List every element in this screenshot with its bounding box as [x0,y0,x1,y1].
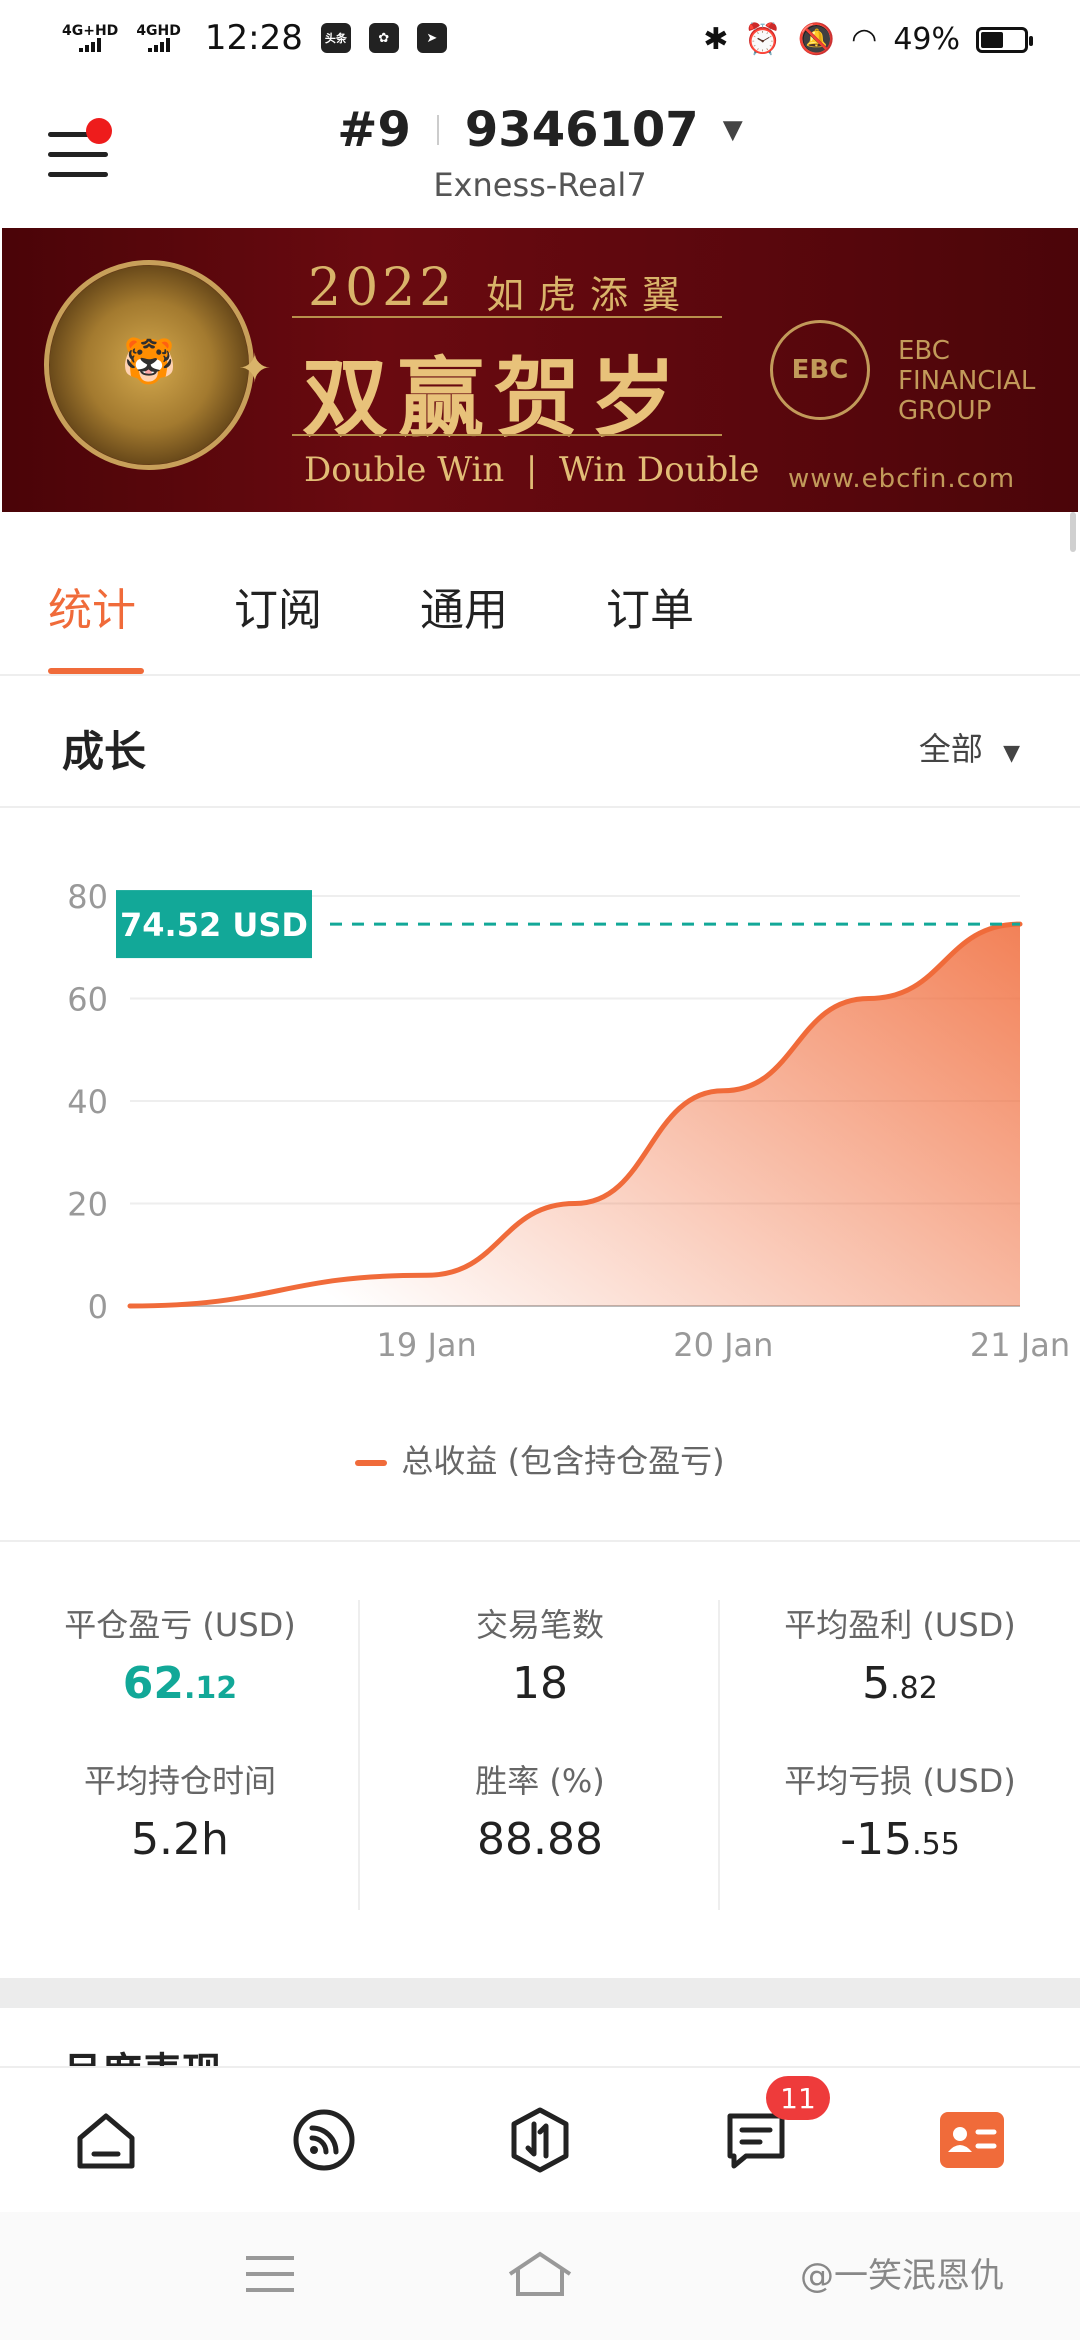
brand-name: EBC FINANCIAL GROUP [898,336,1036,426]
stat-win-rate: 胜率 (%) 88.88 [360,1756,720,1865]
recents-icon[interactable] [244,2252,296,2296]
banner-divider [292,316,722,318]
dropdown-caret-icon: ▼ [722,115,743,145]
battery-icon [976,26,1033,53]
network-type-label: 4G+HD [62,23,119,39]
section-gap [0,1978,1080,2008]
alarm-icon: ⏰ [744,22,782,57]
stat-avg-loss: 平均亏损 (USD) -15.55 [720,1756,1080,1865]
account-number: 9346107 [464,102,699,158]
home-icon[interactable] [70,2104,142,2176]
growth-section-header: 成长 全部 ▼ [0,676,1080,808]
tab-general[interactable]: 通用 [420,574,508,638]
section-title: 成长 [62,727,147,776]
ebc-logo-icon: EBC [770,320,870,420]
active-tab-indicator [48,668,144,674]
filter-label: 全部 [918,730,983,768]
stat-value: 18 [512,1658,568,1709]
stat-value: 5.2h [131,1814,229,1865]
stat-label: 交易笔数 [475,1606,604,1644]
stat-label: 胜率 (%) [475,1762,605,1800]
trade-icon[interactable] [504,2104,576,2176]
status-left: 4G+HD 4GHD 12:28 头条 ✿ ➤ [62,18,447,58]
stat-value: -15.55 [840,1814,960,1865]
sparkle-icon: ✦ [238,346,272,392]
toutiao-app-icon: 头条 [320,23,351,53]
messages-badge: 11 [766,2076,830,2120]
stat-trades: 交易笔数 18 [360,1600,720,1709]
network-type-label: 4GHD [136,23,181,39]
account-rank: #9 [337,102,411,158]
y-tick-label: 40 [67,1083,108,1121]
promo-banner[interactable]: 🐯 ✦ 2022 如虎添翼 双赢贺岁 Double Win | Win Doub… [2,228,1078,512]
y-tick-label: 0 [88,1288,108,1326]
status-right: ✱ ⏰ 🔕 ◠ 49% [703,22,1033,57]
last-value-label: 74.52 USD [120,906,308,944]
x-tick-label: 21 Jan [970,1326,1070,1364]
divider [0,1540,1080,1542]
stat-label: 平仓盈亏 (USD) [64,1606,296,1644]
profile-icon[interactable] [936,2104,1008,2176]
y-tick-label: 20 [67,1186,108,1224]
signal-4g-plus: 4G+HD [62,24,118,52]
chart-legend: 总收益 (包含持仓盈亏) [0,1436,1080,1482]
stats-grid: 平仓盈亏 (USD) 62.12 交易笔数 18 平均盈利 (USD) 5.82… [0,1600,1080,1920]
area-fill [130,924,1020,1306]
banner-divider [292,434,722,436]
period-filter-dropdown[interactable]: 全部 ▼ [919,724,1020,770]
tab-orders[interactable]: 订单 [606,574,694,638]
x-tick-label: 20 Jan [673,1326,773,1364]
legend-label: 总收益 (包含持仓盈亏) [401,1442,725,1480]
account-selector[interactable]: #9 9346107 ▼ Exness-Real7 [0,102,1080,204]
growth-chart[interactable]: 0 20 40 60 80 19 Jan 20 Jan 21 Jan 74.52 USD [0,810,1080,1490]
stat-value: 88.88 [477,1814,603,1865]
divider [436,115,439,145]
stat-value: 62.12 [122,1658,238,1709]
bottom-nav [0,2066,1080,2212]
feed-icon[interactable] [288,2104,360,2176]
account-server: Exness-Real7 [433,166,647,204]
status-bar: 4G+HD 4GHD 12:28 头条 ✿ ➤ ✱ ⏰ 🔕 ◠ 49% [0,0,1080,84]
stat-avg-hold-time: 平均持仓时间 5.2h [0,1756,360,1865]
stat-label: 平均持仓时间 [83,1762,276,1800]
brand-url: www.ebcfin.com [788,464,1016,494]
stat-avg-profit: 平均盈利 (USD) 5.82 [720,1600,1080,1709]
gamepad-app-icon: ✿ [368,23,399,53]
send-app-icon: ➤ [416,23,447,53]
signal-bars-icon [147,38,170,52]
signal-4g: 4GHD [136,24,181,52]
y-tick-label: 80 [67,878,108,916]
banner-subtitle: 如虎添翼 [486,273,695,317]
legend-swatch [355,1460,388,1466]
banner-year: 2022 [308,258,457,318]
tab-bar: 统计 订阅 通用 订单 [0,514,1080,676]
y-tick-label: 60 [67,981,108,1019]
banner-tagline: Double Win | Win Double [304,450,760,490]
x-tick-label: 19 Jan [377,1326,477,1364]
watermark: @一笑泯恩仇 [800,2256,1004,2296]
battery-percent: 49% [893,22,960,57]
wifi-icon: ◠ [851,22,878,57]
stat-closed-pl: 平仓盈亏 (USD) 62.12 [0,1600,360,1709]
stat-label: 平均盈利 (USD) [784,1606,1016,1644]
tab-stats[interactable]: 统计 [48,574,136,638]
clock: 12:28 [204,18,303,58]
stat-value: 5.82 [862,1658,938,1709]
home-nav-icon[interactable] [506,2250,574,2298]
dropdown-caret-icon: ▼ [1003,741,1020,766]
stat-label: 平均亏损 (USD) [784,1762,1016,1800]
signal-bars-icon [79,38,102,52]
tiger-logo-icon: 🐯 [44,260,254,470]
mute-icon: 🔕 [797,22,836,57]
bluetooth-icon: ✱ [703,22,729,57]
tab-subscribe[interactable]: 订阅 [234,574,322,638]
